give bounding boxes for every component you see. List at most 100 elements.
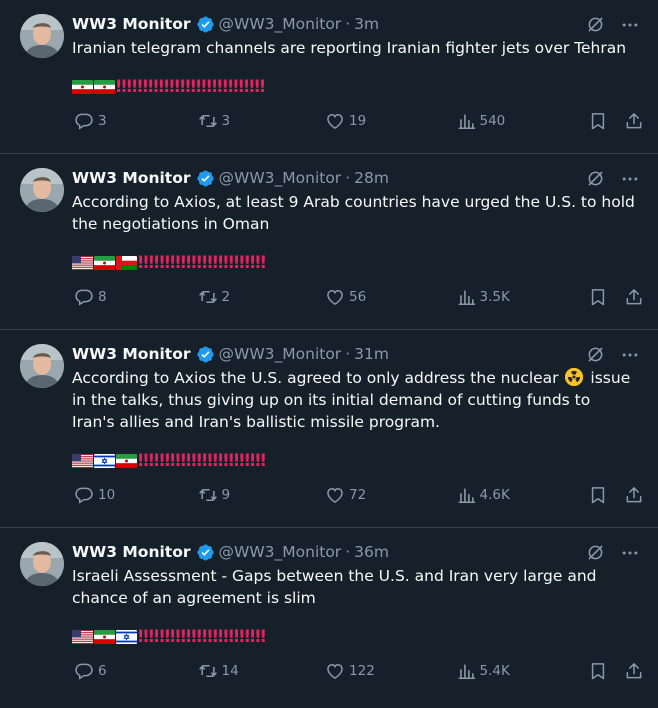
avatar[interactable]	[20, 14, 64, 58]
verified-badge-icon[interactable]	[196, 169, 215, 188]
timestamp[interactable]: 31m	[354, 345, 389, 363]
like-count: 122	[349, 663, 375, 679]
like-button[interactable]: 56	[325, 287, 456, 307]
bookmark-button[interactable]	[588, 287, 608, 307]
repost-count: 9	[221, 487, 231, 503]
reply-button[interactable]: 6	[74, 661, 198, 681]
tweet-text: Israeli Assessment - Gaps between the U.…	[72, 567, 602, 607]
tweet-header: WW3 Monitor @WW3_Monitor · 3m	[72, 12, 644, 36]
grok-icon[interactable]	[585, 14, 606, 39]
grok-icon[interactable]	[585, 344, 606, 369]
author-name[interactable]: WW3 Monitor	[72, 345, 191, 363]
exclamation-marks: ‼‼‼‼‼‼‼‼‼‼‼‼	[138, 451, 266, 471]
timestamp[interactable]: 3m	[354, 15, 379, 33]
tweet[interactable]: WW3 Monitor @WW3_Monitor · 28m According…	[0, 153, 658, 329]
like-button[interactable]: 72	[325, 485, 456, 505]
bookmark-button[interactable]	[588, 111, 608, 131]
separator-dot: ·	[345, 15, 351, 33]
verified-badge-icon[interactable]	[196, 543, 215, 562]
emoji-row: ‼‼‼‼‼‼‼‼‼‼‼‼	[72, 251, 644, 275]
bookmark-button[interactable]	[588, 485, 608, 505]
author-handle[interactable]: @WW3_Monitor	[219, 345, 342, 363]
repost-icon	[198, 485, 218, 505]
like-button[interactable]: 19	[325, 111, 456, 131]
repost-button[interactable]: 9	[198, 485, 326, 505]
author-name[interactable]: WW3 Monitor	[72, 15, 191, 33]
bookmark-icon	[588, 287, 608, 307]
separator-dot: ·	[345, 169, 351, 187]
timestamp[interactable]: 36m	[354, 543, 389, 561]
avatar[interactable]	[20, 542, 64, 586]
avatar[interactable]	[20, 168, 64, 212]
views-button[interactable]: 5.4K	[457, 662, 588, 681]
emoji-row: ‼‼‼‼‼‼‼‼‼‼‼‼‼‼	[72, 75, 644, 99]
repost-button[interactable]: 2	[198, 287, 326, 307]
tweet[interactable]: WW3 Monitor @WW3_Monitor · 31m According…	[0, 329, 658, 527]
repost-count: 3	[221, 113, 231, 129]
bookmark-button[interactable]	[588, 661, 608, 681]
more-options-icon[interactable]	[620, 15, 640, 39]
grok-icon[interactable]	[585, 168, 606, 193]
repost-count: 14	[221, 663, 239, 679]
verified-badge-icon[interactable]	[196, 15, 215, 34]
share-icon	[624, 287, 644, 307]
tweet-text: According to Axios the U.S. agreed to on…	[72, 367, 644, 433]
reply-icon	[74, 287, 94, 307]
tweet-text: According to Axios, at least 9 Arab coun…	[72, 193, 640, 233]
action-bar: 3 3 19 540	[74, 99, 644, 143]
views-button[interactable]: 540	[457, 112, 588, 131]
view-count: 540	[479, 113, 506, 129]
more-options-icon[interactable]	[620, 345, 640, 369]
views-icon	[457, 662, 476, 681]
repost-count: 2	[221, 289, 231, 305]
tweet-text: Iranian telegram channels are reporting …	[72, 39, 627, 57]
more-options-icon[interactable]	[620, 169, 640, 193]
views-button[interactable]: 4.6K	[457, 486, 588, 505]
reply-icon	[74, 661, 94, 681]
radioactive-icon	[565, 368, 584, 386]
verified-badge-icon[interactable]	[196, 345, 215, 364]
israel-flag-icon	[94, 454, 115, 468]
share-button[interactable]	[624, 485, 644, 505]
share-icon	[624, 661, 644, 681]
author-handle[interactable]: @WW3_Monitor	[219, 169, 342, 187]
author-handle[interactable]: @WW3_Monitor	[219, 15, 342, 33]
reply-icon	[74, 485, 94, 505]
tweet-header: WW3 Monitor @WW3_Monitor · 31m	[72, 342, 644, 366]
repost-button[interactable]: 14	[198, 661, 326, 681]
share-icon	[624, 111, 644, 131]
view-count: 3.5K	[479, 289, 510, 305]
reply-icon	[74, 111, 94, 131]
views-icon	[457, 486, 476, 505]
share-button[interactable]	[624, 111, 644, 131]
us-flag-icon	[72, 256, 93, 270]
action-bar: 8 2 56 3.5K	[74, 275, 644, 319]
separator-dot: ·	[345, 345, 351, 363]
tweet-header: WW3 Monitor @WW3_Monitor · 28m	[72, 166, 644, 190]
exclamation-marks: ‼‼‼‼‼‼‼‼‼‼‼‼	[138, 253, 266, 273]
reply-button[interactable]: 10	[74, 485, 198, 505]
reply-count: 6	[98, 663, 107, 679]
iran-flag-icon	[72, 80, 93, 94]
author-name[interactable]: WW3 Monitor	[72, 543, 191, 561]
more-options-icon[interactable]	[620, 543, 640, 567]
reply-button[interactable]: 8	[74, 287, 198, 307]
views-button[interactable]: 3.5K	[457, 288, 588, 307]
grok-icon[interactable]	[585, 542, 606, 567]
share-button[interactable]	[624, 287, 644, 307]
avatar[interactable]	[20, 344, 64, 388]
timestamp[interactable]: 28m	[354, 169, 389, 187]
repost-icon	[198, 661, 218, 681]
emoji-row: ‼‼‼‼‼‼‼‼‼‼‼‼	[72, 449, 644, 473]
tweet[interactable]: WW3 Monitor @WW3_Monitor · 36m Israeli A…	[0, 527, 658, 708]
like-count: 56	[349, 289, 367, 305]
repost-button[interactable]: 3	[198, 111, 326, 131]
author-handle[interactable]: @WW3_Monitor	[219, 543, 342, 561]
like-button[interactable]: 122	[325, 661, 456, 681]
action-bar: 10 9 72 4.6K	[74, 473, 644, 517]
tweet[interactable]: WW3 Monitor @WW3_Monitor · 3m Iranian te…	[0, 0, 658, 153]
author-name[interactable]: WW3 Monitor	[72, 169, 191, 187]
reply-count: 8	[98, 289, 107, 305]
share-button[interactable]	[624, 661, 644, 681]
reply-button[interactable]: 3	[74, 111, 198, 131]
